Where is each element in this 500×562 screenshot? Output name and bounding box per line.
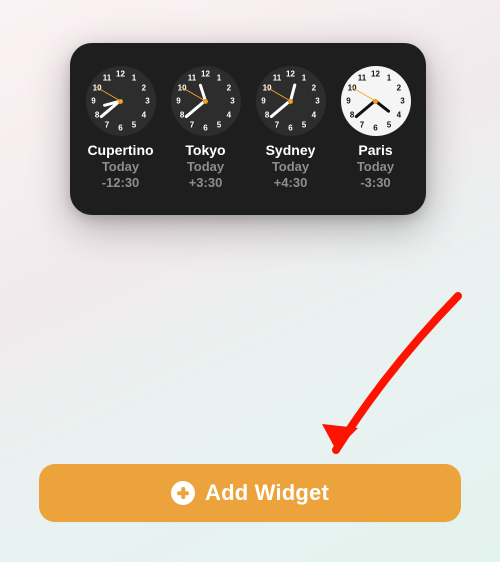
clock-numeral: 4 [227, 110, 231, 119]
clock-numeral: 2 [397, 83, 401, 92]
clock-numeral: 6 [373, 124, 377, 133]
clock-numeral: 4 [142, 110, 146, 119]
clock-numeral: 11 [273, 73, 281, 82]
clock-numeral: 5 [387, 120, 391, 129]
clock-offset-label: -12:30 [102, 175, 140, 191]
clock-offset-label: +4:30 [274, 175, 308, 191]
clock-numeral: 2 [142, 83, 146, 92]
clock-face-icon: 123456789101112 [171, 66, 241, 136]
clock-second-hand [96, 87, 121, 102]
clock-face-icon: 123456789101112 [86, 66, 156, 136]
clock-numeral: 3 [230, 97, 234, 106]
clock-numeral: 8 [265, 110, 269, 119]
clock-day-label: Today [272, 159, 309, 175]
clock-numeral: 8 [350, 110, 354, 119]
clock-numeral: 1 [302, 73, 306, 82]
clock-day-label: Today [357, 159, 394, 175]
clock-numeral: 6 [118, 124, 122, 133]
clock-numeral: 12 [286, 70, 295, 79]
clock-numeral: 9 [261, 97, 265, 106]
annotation-arrow-icon [248, 288, 478, 488]
clock-offset-label: -3:30 [360, 175, 390, 191]
clock-numeral: 5 [217, 120, 221, 129]
clock-numeral: 12 [116, 70, 125, 79]
clock-cell: 123456789101112SydneyToday+4:30 [250, 66, 332, 191]
clock-second-hand [266, 87, 291, 102]
clock-pivot [118, 99, 123, 104]
add-widget-label: Add Widget [205, 480, 329, 506]
clock-numeral: 12 [371, 70, 380, 79]
clock-city-label: Sydney [266, 142, 316, 159]
clock-numeral: 6 [203, 124, 207, 133]
clock-face-icon: 123456789101112 [256, 66, 326, 136]
clock-numeral: 3 [400, 97, 404, 106]
clock-numeral: 5 [132, 120, 136, 129]
clock-numeral: 8 [95, 110, 99, 119]
clock-numeral: 2 [312, 83, 316, 92]
clock-numeral: 5 [302, 120, 306, 129]
world-clock-widget[interactable]: 123456789101112CupertinoToday-12:3012345… [70, 43, 426, 215]
clock-numeral: 9 [176, 97, 180, 106]
clock-offset-label: +3:30 [189, 175, 223, 191]
add-widget-button[interactable]: Add Widget [39, 464, 461, 522]
clock-numeral: 11 [103, 73, 111, 82]
clock-numeral: 4 [312, 110, 316, 119]
clock-numeral: 1 [387, 73, 391, 82]
clock-numeral: 7 [190, 120, 194, 129]
clock-numeral: 4 [397, 110, 401, 119]
clock-numeral: 9 [346, 97, 350, 106]
clock-numeral: 8 [180, 110, 184, 119]
clock-numeral: 3 [145, 97, 149, 106]
clock-city-label: Tokyo [185, 142, 225, 159]
clock-cell: 123456789101112ParisToday-3:30 [335, 66, 417, 191]
clock-numeral: 1 [217, 73, 221, 82]
clock-numeral: 7 [105, 120, 109, 129]
clock-day-label: Today [102, 159, 139, 175]
clock-city-label: Paris [358, 142, 392, 159]
clock-numeral: 6 [288, 124, 292, 133]
clock-cell: 123456789101112CupertinoToday-12:30 [80, 66, 162, 191]
clock-day-label: Today [187, 159, 224, 175]
clock-second-hand [351, 87, 376, 102]
clock-numeral: 7 [360, 120, 364, 129]
clock-numeral: 1 [132, 73, 136, 82]
clock-cell: 123456789101112TokyoToday+3:30 [165, 66, 247, 191]
clock-city-label: Cupertino [87, 142, 153, 159]
plus-circle-icon [171, 481, 195, 505]
clock-numeral: 2 [227, 83, 231, 92]
clock-numeral: 11 [188, 73, 196, 82]
clock-numeral: 11 [358, 73, 366, 82]
clock-numeral: 7 [275, 120, 279, 129]
clock-numeral: 3 [315, 97, 319, 106]
clock-pivot [288, 99, 293, 104]
clock-pivot [203, 99, 208, 104]
clock-face-icon: 123456789101112 [341, 66, 411, 136]
clock-numeral: 9 [91, 97, 95, 106]
clock-numeral: 12 [201, 70, 210, 79]
clock-pivot [373, 99, 378, 104]
